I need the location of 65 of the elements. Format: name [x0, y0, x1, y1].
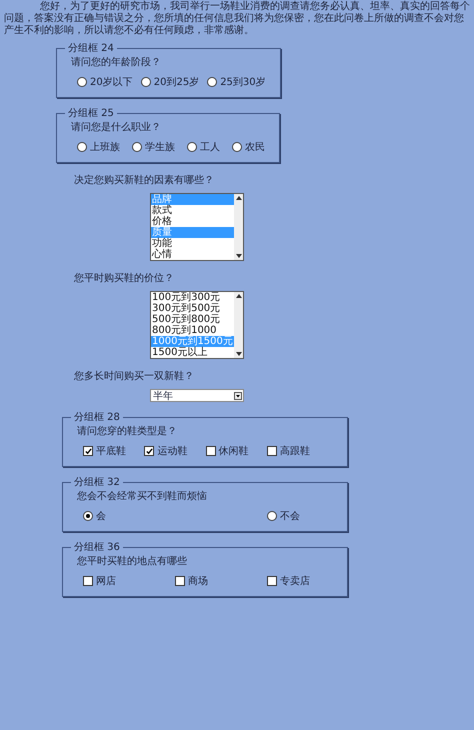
question-text: 您平时购买鞋的价位？	[74, 272, 175, 285]
option-label: 商场	[188, 574, 208, 588]
radio-button[interactable]	[232, 142, 242, 152]
radio-button[interactable]	[267, 511, 277, 521]
option-label: 20岁以下	[90, 76, 133, 89]
option-label: 农民	[245, 141, 265, 154]
radio-button[interactable]	[207, 77, 218, 87]
scroll-up-icon[interactable]	[236, 196, 242, 200]
option-label: 学生族	[145, 140, 175, 154]
scrollbar[interactable]	[234, 194, 243, 260]
checkbox[interactable]	[144, 446, 154, 456]
group-label: 分组框 28	[73, 410, 121, 424]
checkbox[interactable]	[267, 576, 277, 586]
scroll-down-icon[interactable]	[236, 254, 242, 258]
option-label: 不会	[280, 510, 300, 523]
scroll-down-icon[interactable]	[236, 352, 242, 356]
list-option[interactable]: 价格	[151, 216, 234, 227]
radio-button[interactable]	[83, 511, 93, 521]
dropdown-field[interactable]: 半年	[150, 389, 244, 402]
radio-button[interactable]	[77, 77, 87, 87]
intro-paragraph: 您好，为了更好的研究市场，我司举行一场鞋业消费的调查请您务必认真、坦率、真实的回答每个问题，答案没有正确与错误之分，您所填的任何信息我们将为您保密，您在此问卷上所做的调查不会对您产生不利的影响，所以请您不必有任何顾虑，非常感谢。	[4, 1, 470, 37]
radio-button[interactable]	[77, 142, 87, 152]
group-label: 分组框 24	[67, 42, 115, 55]
option-label: 工人	[200, 141, 220, 154]
question-text: 您会不会经常买不到鞋而烦恼	[77, 490, 208, 503]
list-option[interactable]: 800元到1000	[151, 325, 234, 336]
list-option[interactable]: 500元到800元	[151, 314, 234, 325]
question-text: 您多长时间购买一双新鞋？	[74, 370, 195, 383]
scrollbar[interactable]	[234, 292, 243, 358]
checkbox[interactable]	[175, 576, 185, 586]
option-label: 高跟鞋	[280, 444, 310, 458]
checkbox[interactable]	[266, 446, 277, 456]
option-label: 专卖店	[280, 574, 310, 588]
list-option[interactable]: 1500元以上	[151, 347, 234, 358]
checkbox[interactable]	[83, 576, 93, 586]
list-box[interactable]: 100元到300元 300元到500元 500元到800元 800元到1000 1000元到1500元 1500元以上	[150, 291, 244, 359]
option-label: 20到25岁	[154, 76, 200, 89]
list-option[interactable]: 心情	[151, 249, 234, 260]
question-text: 请问您的年龄阶段？	[71, 56, 162, 69]
checkbox[interactable]	[83, 446, 93, 456]
question-text: 您平时买鞋的地点有哪些	[77, 554, 188, 568]
option-label: 平底鞋	[96, 444, 126, 458]
question-text: 请问您是什么职业？	[71, 120, 162, 134]
option-label: 网店	[96, 574, 116, 588]
option-label: 25到30岁	[220, 76, 266, 89]
checkbox[interactable]	[206, 446, 216, 456]
scroll-up-icon[interactable]	[236, 294, 242, 298]
list-option[interactable]: 功能	[151, 238, 234, 249]
question-text: 请问您穿的鞋类型是？	[77, 424, 178, 438]
list-option[interactable]: 100元到300元	[151, 292, 234, 303]
option-label: 会	[96, 510, 106, 523]
group-label: 分组框 32	[73, 476, 121, 489]
option-label: 休闲鞋	[218, 444, 249, 458]
list-box[interactable]: 品牌 款式 价格 质量 功能 心情	[150, 193, 244, 261]
list-option[interactable]: 300元到500元	[151, 303, 234, 314]
group-label: 分组框 36	[73, 540, 121, 554]
list-option[interactable]: 款式	[151, 205, 234, 216]
option-label: 上班族	[90, 140, 120, 154]
option-label: 运动鞋	[157, 444, 188, 458]
radio-button[interactable]	[140, 77, 151, 87]
group-label: 分组框 25	[67, 106, 115, 120]
radio-button[interactable]	[187, 142, 197, 152]
caret-icon	[234, 392, 242, 400]
question-text: 决定您购买新鞋的因素有哪些？	[74, 174, 215, 187]
radio-button[interactable]	[132, 142, 142, 152]
